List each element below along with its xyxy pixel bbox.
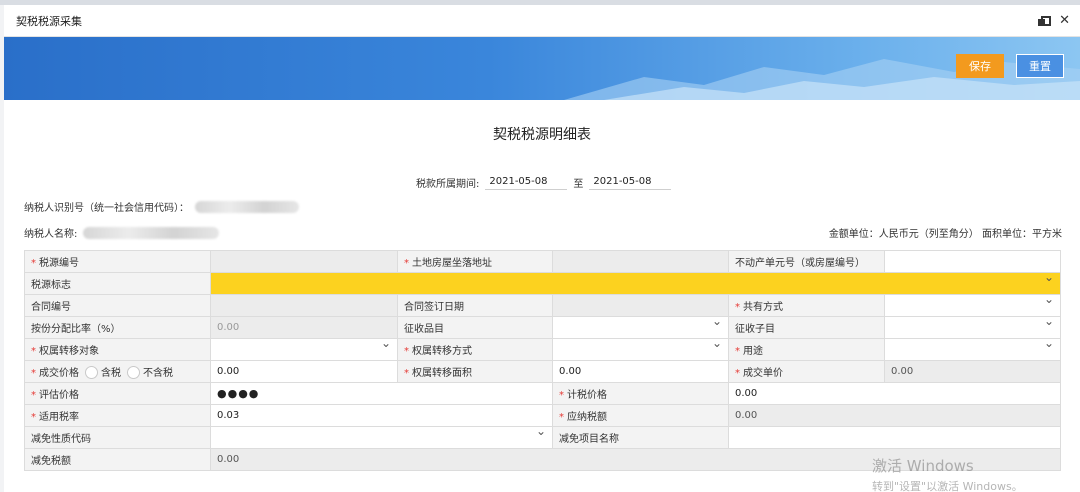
usage-label: * 用途	[728, 338, 885, 361]
tax-excluded-radio[interactable]	[127, 366, 140, 380]
appraisal-price-input[interactable]: ●●●●	[210, 382, 553, 405]
appraisal-price-label: * 评估价格	[24, 382, 211, 405]
table-row: * 适用税率 0.03 * 应纳税额 0.00	[24, 404, 1061, 427]
dialog-window: 契税税源采集 ✕ 保存 重置 契税税源明细表 税款所属期间: 2021-05-0…	[4, 5, 1080, 492]
tax-payable-input[interactable]: 0.00	[728, 404, 1061, 427]
taxpayer-id-value-redacted	[195, 200, 299, 213]
exemption-amount-label: 减免税额	[24, 448, 211, 471]
deal-price-input[interactable]: 0.00	[210, 360, 398, 383]
tax-source-no-input[interactable]	[210, 250, 398, 273]
transfer-object-select[interactable]	[210, 338, 398, 361]
table-row: 税源标志	[24, 272, 1061, 295]
banner-mountains-graphic	[564, 59, 1080, 100]
windows-activation-watermark: 激活 Windows 转到"设置"以激活 Windows。	[872, 455, 1023, 492]
contract-date-input[interactable]	[552, 294, 729, 317]
table-row: * 评估价格 ●●●● * 计税价格 0.00	[24, 382, 1061, 405]
close-icon[interactable]: ✕	[1059, 14, 1070, 27]
tax-rate-input[interactable]: 0.03	[210, 404, 553, 427]
transfer-area-label: * 权属转移面积	[397, 360, 553, 383]
exemption-item-input[interactable]	[728, 426, 1061, 449]
unit-price-label: * 成交单价	[728, 360, 885, 383]
exemption-item-label: 减免项目名称	[552, 426, 729, 449]
usage-select[interactable]	[884, 338, 1061, 361]
reset-button[interactable]: 重置	[1016, 54, 1064, 78]
contract-date-label: 合同签订日期	[397, 294, 553, 317]
levy-item-label: 征收品目	[397, 316, 553, 339]
levy-subitem-label: 征收子目	[728, 316, 885, 339]
exemption-code-select[interactable]	[210, 426, 553, 449]
levy-item-select[interactable]	[552, 316, 729, 339]
tax-source-flag-select[interactable]	[210, 272, 1061, 295]
transfer-method-label: * 权属转移方式	[397, 338, 553, 361]
watermark-line2: 转到"设置"以激活 Windows。	[872, 480, 1023, 492]
taxpayer-name-label: 纳税人名称:	[24, 229, 78, 240]
period-from-input[interactable]: 2021-05-08	[485, 174, 568, 190]
period-label: 税款所属期间:	[416, 178, 480, 190]
real-estate-unit-input[interactable]	[884, 250, 1061, 273]
co-ownership-select[interactable]	[884, 294, 1061, 317]
table-row: 按份分配比率（%） 0.00 征收品目 征收子目	[24, 316, 1061, 339]
co-ownership-label: * 共有方式	[728, 294, 885, 317]
transfer-area-input[interactable]: 0.00	[552, 360, 729, 383]
period-separator: 至	[573, 178, 584, 190]
contract-no-label: 合同编号	[24, 294, 211, 317]
levy-subitem-select[interactable]	[884, 316, 1061, 339]
tax-base-price-label: * 计税价格	[552, 382, 729, 405]
share-ratio-input[interactable]: 0.00	[210, 316, 398, 339]
table-row: 减免性质代码 减免项目名称	[24, 426, 1061, 449]
transfer-method-select[interactable]	[552, 338, 729, 361]
unit-price-input[interactable]: 0.00	[884, 360, 1061, 383]
deal-price-label: * 成交价格 含税 不含税	[24, 360, 211, 383]
window-controls: ✕	[1038, 14, 1070, 27]
taxpayer-name-row: 纳税人名称:	[24, 225, 220, 240]
tax-payable-label: * 应纳税额	[552, 404, 729, 427]
tax-base-price-input[interactable]: 0.00	[728, 382, 1061, 405]
taxpayer-id-label: 纳税人识别号（统一社会信用代码）：	[24, 203, 189, 214]
form-title: 契税税源明细表	[493, 127, 591, 143]
table-row: * 成交价格 含税 不含税 0.00 * 权属转移面积 0.00 * 成交单价 0.00	[24, 360, 1061, 383]
transfer-object-label: * 权属转移对象	[24, 338, 211, 361]
restore-icon[interactable]	[1038, 15, 1052, 26]
taxpayer-name-value-redacted	[83, 226, 220, 239]
land-address-label: * 土地房屋坐落地址	[397, 250, 553, 273]
units-note: 金额单位：人民币元（列至角分） 面积单位：平方米	[828, 229, 1062, 240]
land-address-input[interactable]	[552, 250, 729, 273]
watermark-line1: 激活 Windows	[872, 457, 974, 475]
table-row: *权属转移对象 *权属转移方式 *用途	[24, 338, 1061, 361]
tax-included-label: 含税	[101, 367, 121, 379]
tax-included-radio[interactable]	[85, 366, 98, 380]
save-button[interactable]: 保存	[956, 54, 1004, 78]
header-banner: 保存 重置	[4, 37, 1080, 100]
share-ratio-label: 按份分配比率（%）	[24, 316, 211, 339]
contract-no-input[interactable]	[210, 294, 398, 317]
tax-excluded-label: 不含税	[143, 367, 173, 379]
tax-source-no-label: * 税源编号	[24, 250, 211, 273]
tax-source-flag-label: 税源标志	[24, 272, 211, 295]
window-title: 契税税源采集	[16, 14, 82, 28]
period-to-input[interactable]: 2021-05-08	[589, 174, 672, 190]
form-content: 契税税源明细表 税款所属期间: 2021-05-08 至 2021-05-08 …	[4, 100, 1080, 492]
tax-rate-label: * 适用税率	[24, 404, 211, 427]
exemption-code-label: 减免性质代码	[24, 426, 211, 449]
table-row: * 税源编号 * 土地房屋坐落地址 不动产单元号（或房屋编号）	[24, 250, 1061, 273]
real-estate-unit-label: 不动产单元号（或房屋编号）	[728, 250, 885, 273]
taxpayer-id-row: 纳税人识别号（统一社会信用代码）：	[24, 199, 299, 214]
tax-source-table: *税源编号 *土地房屋坐落地址 不动产单元号（或房屋编号） 税源标志 合同编号 …	[24, 250, 1061, 471]
table-row: 合同编号 合同签订日期 * 共有方式	[24, 294, 1061, 317]
tax-period: 税款所属期间: 2021-05-08 至 2021-05-08	[416, 174, 672, 190]
title-bar: 契税税源采集 ✕	[4, 5, 1080, 37]
